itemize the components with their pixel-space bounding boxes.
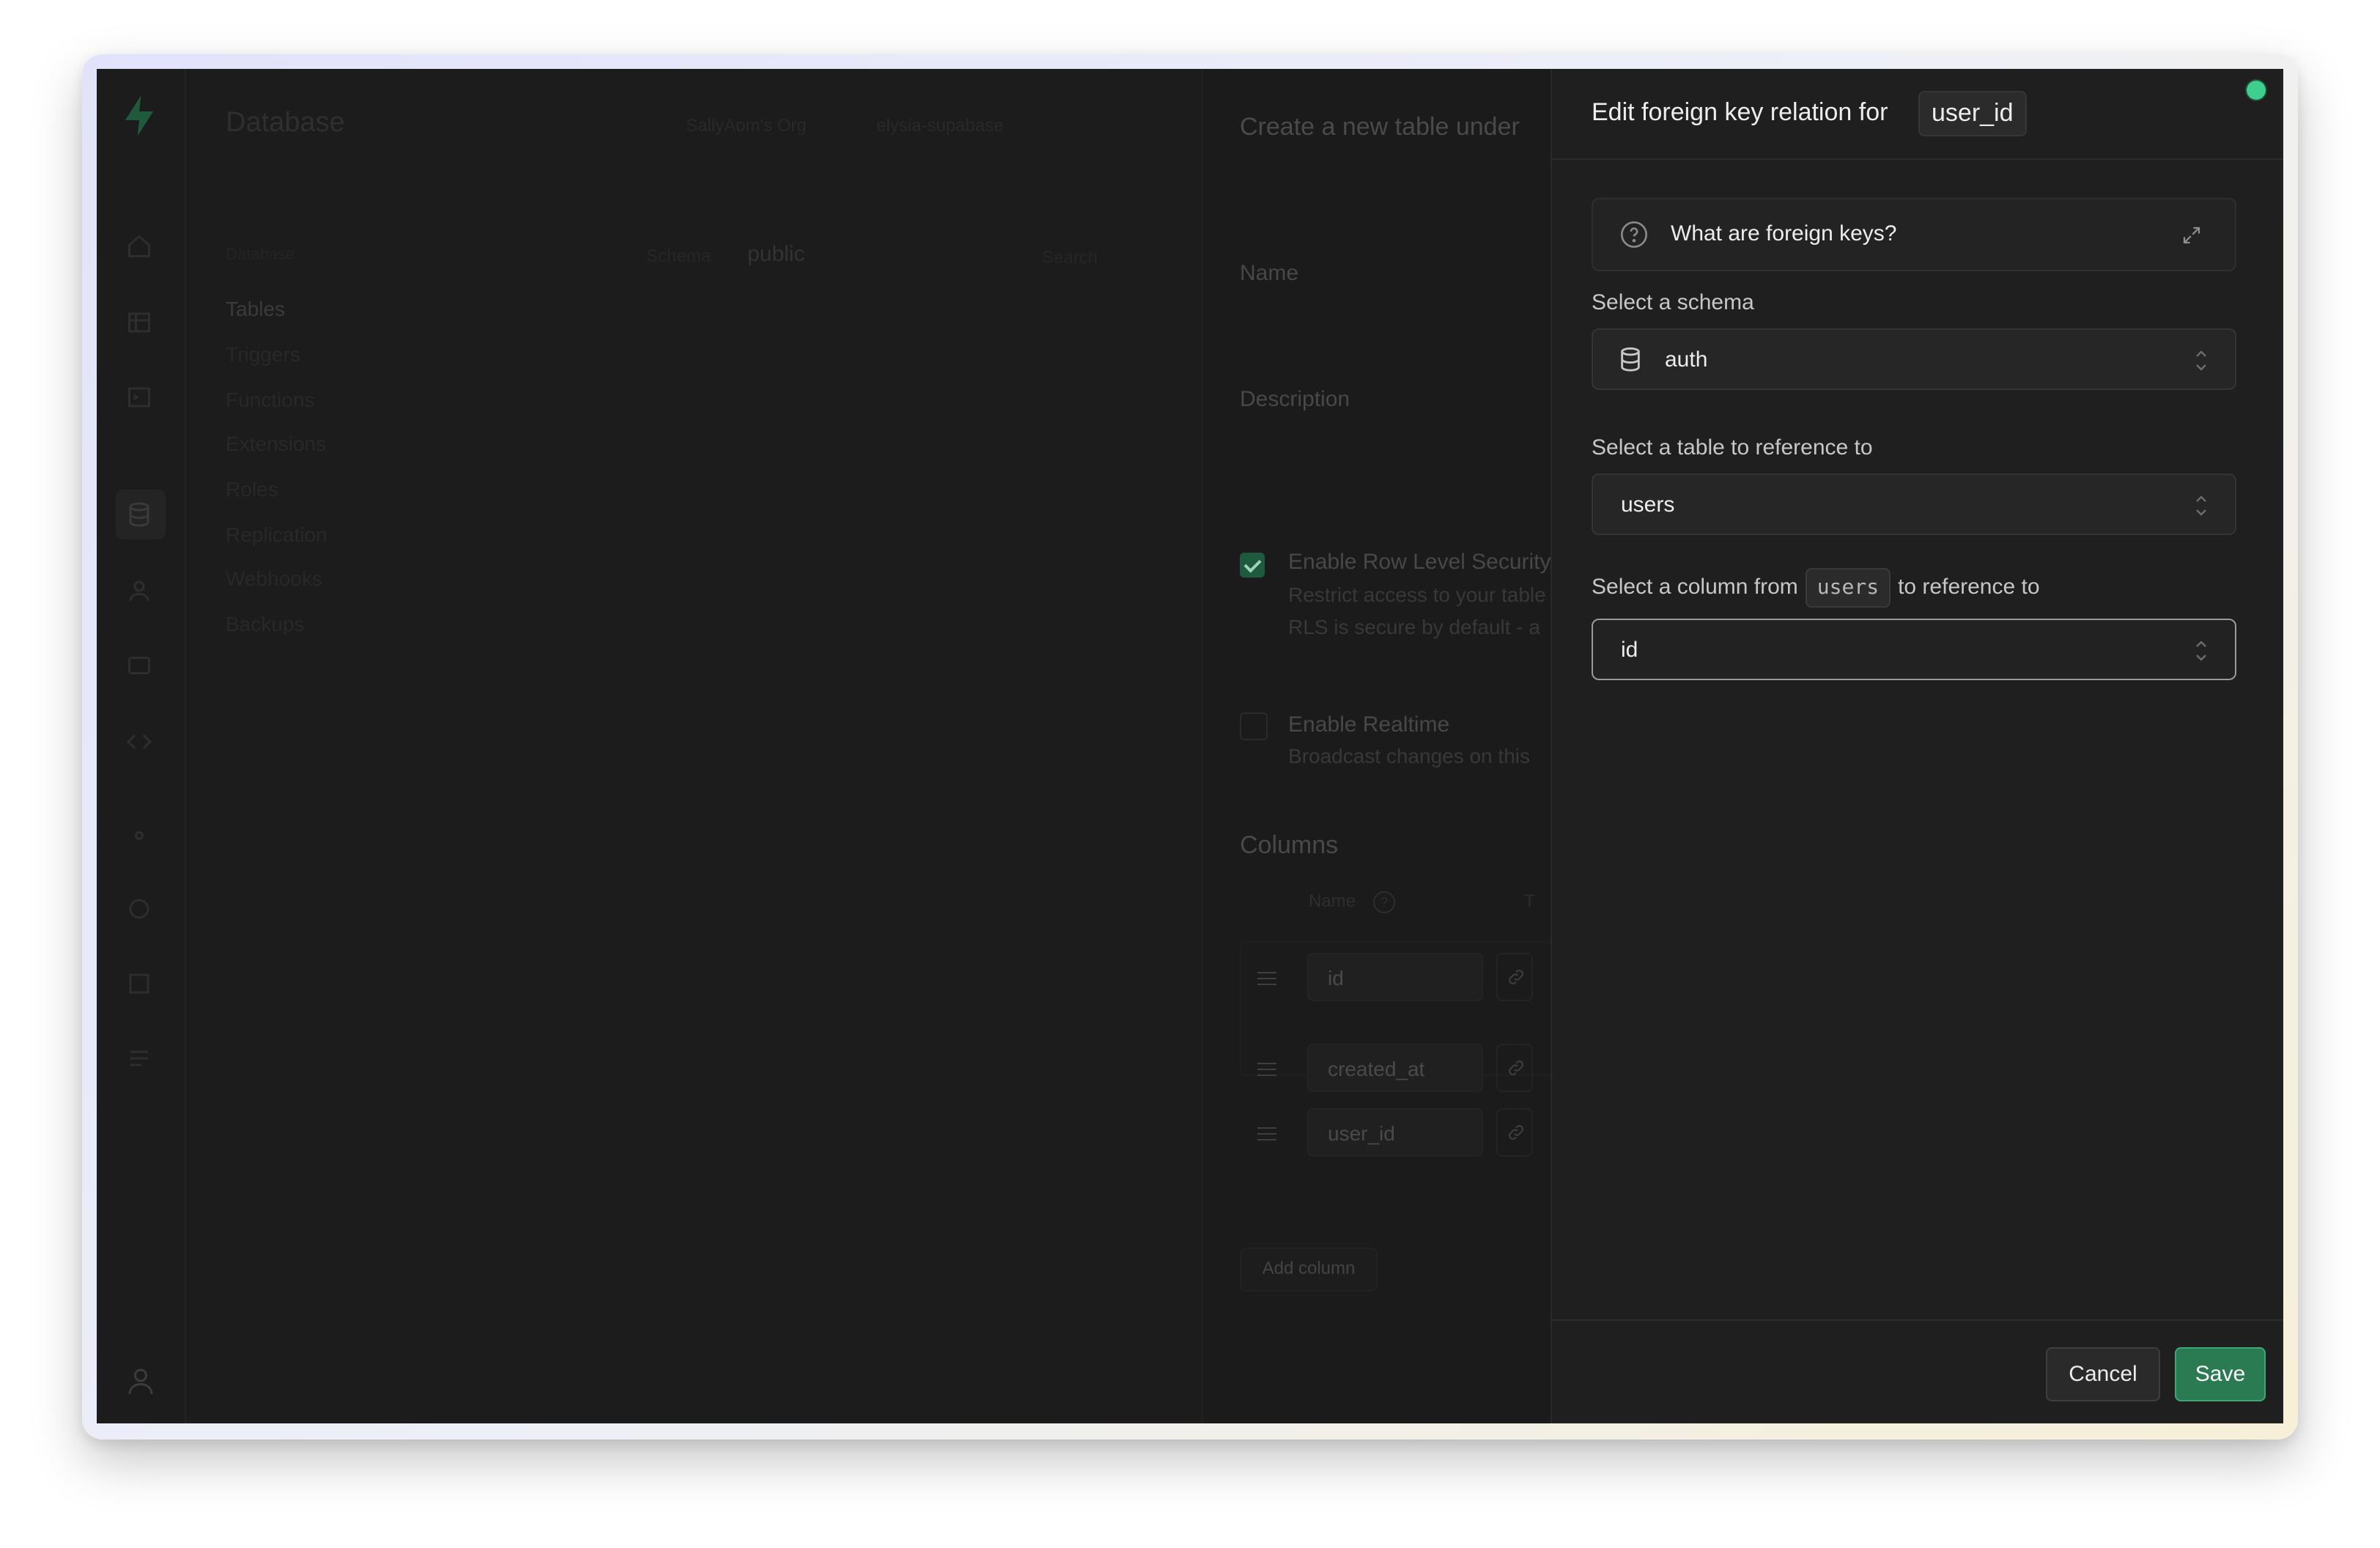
sidebar-item-tables[interactable]: Tables <box>226 298 285 321</box>
columns-header-type: T <box>1524 891 1535 911</box>
home-icon[interactable] <box>126 233 152 259</box>
column-select[interactable]: id <box>1592 619 2236 680</box>
column-field-label: Select a column from users to reference to <box>1592 567 2040 608</box>
reports-icon[interactable] <box>126 970 152 997</box>
link-icon <box>1509 1061 1523 1075</box>
schema-selector[interactable]: public <box>747 242 805 267</box>
rls-title: Enable Row Level Security <box>1288 550 1551 574</box>
expand-icon[interactable] <box>2181 224 2203 246</box>
create-table-title: Create a new table under <box>1240 113 1520 141</box>
column-name-input[interactable]: created_at <box>1307 1044 1483 1092</box>
schema-field-label: Select a schema <box>1592 290 1754 314</box>
schema-select-value: auth <box>1665 347 1708 372</box>
realtime-checkbox[interactable] <box>1240 712 1268 740</box>
column-name-input[interactable]: id <box>1307 953 1483 1001</box>
edge-functions-icon[interactable] <box>126 729 152 755</box>
cancel-button[interactable]: Cancel <box>2046 1347 2160 1401</box>
column-name-input[interactable]: user_id <box>1307 1108 1483 1157</box>
rls-checkbox[interactable] <box>1240 553 1265 578</box>
panel-footer <box>1552 1319 2283 1423</box>
table-field-label: Select a table to reference to <box>1592 435 1873 460</box>
columns-title: Columns <box>1240 831 1339 859</box>
foreign-key-button[interactable] <box>1496 953 1533 1001</box>
columns-header-name: Name <box>1309 891 1356 911</box>
link-icon <box>1509 970 1523 984</box>
realtime-icon[interactable] <box>126 822 152 849</box>
status-indicator <box>2247 81 2266 100</box>
panel-title: Edit foreign key relation for <box>1592 98 1888 126</box>
column-code-badge: user_id <box>1918 91 2027 136</box>
question-circle-icon <box>1621 221 1647 248</box>
storage-icon[interactable] <box>126 652 152 679</box>
foreign-key-panel: Edit foreign key relation for user_id Wh… <box>1551 69 2283 1423</box>
panel-header: Edit foreign key relation for user_id <box>1552 69 2283 160</box>
sidebar-item-extensions[interactable]: Extensions <box>226 432 326 456</box>
table-code-badge: users <box>1805 568 1891 608</box>
table-select[interactable]: users <box>1592 473 2236 535</box>
drag-handle-icon[interactable] <box>1257 1127 1276 1140</box>
database-icon <box>1621 347 1640 372</box>
drag-handle-icon[interactable] <box>1257 972 1276 985</box>
accordion-label: What are foreign keys? <box>1671 221 1897 246</box>
table-editor-icon[interactable] <box>126 309 152 336</box>
sidebar-item-roles[interactable]: Roles <box>226 478 278 501</box>
advisors-icon[interactable] <box>126 896 152 922</box>
column-label-suffix: to reference to <box>1898 575 2040 599</box>
supabase-logo-icon[interactable] <box>122 94 157 138</box>
icon-sidebar <box>97 69 186 1423</box>
auth-icon[interactable] <box>126 578 152 604</box>
foreign-key-button[interactable] <box>1496 1108 1533 1157</box>
app-title: Database <box>226 107 345 138</box>
sidebar-item-replication[interactable]: Replication <box>226 523 328 547</box>
help-icon[interactable]: ? <box>1373 891 1395 913</box>
column-label-prefix: Select a column from <box>1592 575 1798 599</box>
column-select-value: id <box>1621 638 1638 662</box>
user-icon[interactable] <box>128 1366 154 1396</box>
name-label: Name <box>1240 261 1299 285</box>
database-icon[interactable] <box>126 501 152 528</box>
sidebar-section-header: Database <box>226 245 295 263</box>
drag-handle-icon[interactable] <box>1257 1063 1276 1076</box>
sql-editor-icon[interactable] <box>126 384 152 410</box>
sidebar-item-triggers[interactable]: Triggers <box>226 343 300 366</box>
table-row: user_id <box>1240 1096 1545 1170</box>
foreign-keys-help-accordion[interactable]: What are foreign keys? <box>1592 198 2236 271</box>
sidebar-item-webhooks[interactable]: Webhooks <box>226 567 322 591</box>
chevrons-up-down-icon <box>2196 350 2206 371</box>
save-button[interactable]: Save <box>2175 1347 2266 1401</box>
table-row: created_at <box>1240 1031 1545 1104</box>
breadcrumb-project[interactable]: elysia-supabase <box>876 116 1003 136</box>
link-icon <box>1509 1125 1523 1140</box>
search-input[interactable]: Search <box>1042 248 1098 268</box>
rls-description: Restrict access to your table <box>1288 583 1546 606</box>
sidebar-item-functions[interactable]: Functions <box>226 388 314 412</box>
realtime-description: Broadcast changes on this <box>1288 745 1530 767</box>
description-label: Description <box>1240 387 1350 411</box>
table-row: id <box>1240 941 1545 1014</box>
schema-select[interactable]: auth <box>1592 328 2236 390</box>
schema-label: Schema <box>646 246 712 266</box>
app-screen: Database SallyAom's Org elysia-supabase … <box>97 69 2283 1423</box>
table-select-value: users <box>1621 493 1675 517</box>
logs-icon[interactable] <box>126 1045 152 1072</box>
rls-description-2: RLS is secure by default - a <box>1288 616 1540 638</box>
add-column-button[interactable]: Add column <box>1240 1247 1378 1291</box>
window-frame: Database SallyAom's Org elysia-supabase … <box>82 54 2298 1440</box>
sidebar-item-backups[interactable]: Backups <box>226 613 304 636</box>
realtime-title: Enable Realtime <box>1288 712 1450 737</box>
foreign-key-button[interactable] <box>1496 1044 1533 1092</box>
chevrons-up-down-icon <box>2196 495 2206 516</box>
breadcrumb-org[interactable]: SallyAom's Org <box>686 116 807 136</box>
chevrons-up-down-icon <box>2196 641 2206 661</box>
